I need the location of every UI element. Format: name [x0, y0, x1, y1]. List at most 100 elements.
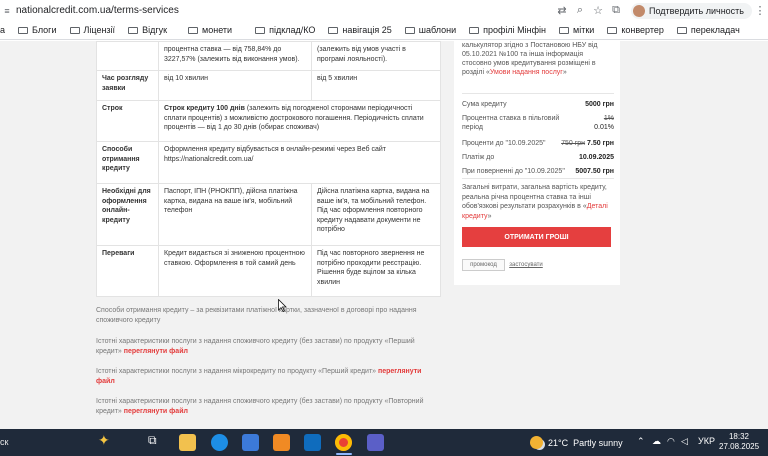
page-content: процентна ставка — від 758,84% до 3227,5… [0, 41, 768, 429]
table-cell: Під час повторного звернення не потрібно… [311, 245, 441, 297]
url-text[interactable]: nationalcredit.com.ua/terms-services [16, 5, 179, 16]
translate-icon[interactable]: ⇄ [553, 4, 571, 17]
info-paragraph: Істотні характеристики послуги з надання… [96, 368, 422, 385]
folder-icon [128, 26, 139, 34]
folder-icon [188, 26, 199, 34]
row-label: Час розгляду заявки [96, 70, 159, 101]
taskbar: ск ✦ ⧉ 21°C Partly sunny ⌃ ☁ ◠ ◁ УКР 18:… [0, 429, 768, 456]
outlook-icon[interactable] [304, 434, 321, 451]
wifi-icon[interactable]: ◠ [667, 436, 675, 447]
partly-sunny-icon [530, 436, 543, 449]
table-cell: Дійсна платіжна картка, видана на ваше і… [311, 183, 441, 246]
site-info-icon[interactable]: ≡ [0, 6, 14, 16]
app-icon[interactable] [273, 434, 290, 451]
info-paragraph: Способи отримання кредиту – за реквізита… [96, 307, 417, 324]
zoom-icon[interactable]: ⌕ [571, 4, 589, 17]
chrome-icon[interactable] [335, 434, 352, 451]
folder-icon [328, 26, 339, 34]
row-label: Переваги [96, 245, 159, 297]
weather-widget[interactable]: 21°C Partly sunny [530, 436, 623, 449]
bookmark-item[interactable]: підклад/КО [255, 25, 315, 35]
table-cell: Оформлення кредиту відбувається в онлайн… [158, 141, 441, 184]
active-app-indicator [336, 453, 352, 455]
divider [462, 178, 614, 179]
clock[interactable]: 18:32 27.08.2025 [719, 432, 759, 452]
table-cell: від 5 хвилин [311, 70, 441, 101]
copilot-sparkle-icon[interactable]: ✦ [98, 432, 115, 449]
folder-icon [469, 26, 480, 34]
summary-row-total: При поверненні до "10.09.2025" 5007.50 гр… [462, 168, 614, 175]
address-bar: ≡ nationalcredit.com.ua/terms-services ⇄… [0, 0, 768, 21]
bookmark-item[interactable]: Відгук [128, 25, 167, 35]
get-money-button[interactable]: ОТРИМАТИ ГРОШІ [462, 227, 611, 247]
table-row: процентна ставка — від 758,84% до 3227,5… [96, 41, 441, 71]
promo-code-input[interactable]: промокод [462, 259, 505, 271]
clock-time: 18:32 [728, 432, 750, 441]
row-label: Способи отримання кредиту [96, 141, 159, 184]
bookmark-item[interactable]: монети [188, 25, 232, 35]
bookmark-item[interactable]: конвертер [607, 25, 664, 35]
loan-calculator-panel: калькулятор згідно з Постановою НБУ від … [454, 41, 620, 285]
bookmark-item[interactable]: мітки [559, 25, 594, 35]
view-file-link[interactable]: переглянути файл [124, 408, 188, 415]
folder-icon [676, 26, 687, 34]
table-cell: (залежить від умов участі в програмі лоя… [311, 41, 441, 71]
table-cell: процентна ставка — від 758,84% до 3227,5… [158, 41, 312, 71]
folder-icon [69, 26, 80, 34]
folder-icon [559, 26, 570, 34]
weather-text: Partly sunny [573, 437, 623, 448]
avatar [633, 4, 646, 17]
conditions-table: процентна ставка — від 758,84% до 3227,5… [96, 41, 441, 297]
taskbar-search[interactable]: ск [0, 437, 8, 447]
row-label: Строк [96, 100, 159, 142]
weather-temp: 21°C [548, 437, 569, 448]
bookmark-item[interactable]: Блоги [18, 25, 57, 35]
bookmark-star-icon[interactable]: ☆ [589, 4, 607, 17]
profile-button[interactable]: Подтвердить личность [631, 2, 752, 19]
bookmark-item[interactable]: Ліцензії [69, 25, 115, 35]
bookmark-item[interactable]: перекладач [676, 25, 740, 35]
teams-icon[interactable] [367, 434, 384, 451]
bookmark-item[interactable]: шаблони [404, 25, 456, 35]
task-view-icon[interactable]: ⧉ [148, 433, 165, 450]
bookmark-item[interactable]: профілі Мінфін [469, 25, 546, 35]
calculator-intro: калькулятор згідно з Постановою НБУ від … [462, 42, 598, 76]
store-icon[interactable] [242, 434, 259, 451]
bookmarks-bar: a Блоги Ліцензії Відгук монети підклад/К… [0, 21, 768, 40]
edge-icon[interactable] [211, 434, 228, 451]
view-file-link[interactable]: переглянути файл [124, 348, 188, 355]
clock-date: 27.08.2025 [719, 442, 760, 451]
summary-row-interest: Проценти до "10.09.2025" 750 грн 7.50 грн [462, 140, 614, 147]
folder-icon [255, 26, 266, 34]
summary-row-rate: Процентна ставка в пільговий період 1% 0.… [462, 115, 614, 131]
bookmark-item[interactable]: навігація 25 [328, 25, 392, 35]
table-cell: Паспорт, ІПН (РНОКПП), дійсна платіжна к… [158, 183, 312, 246]
info-paragraph: Істотні характеристики послуги з надання… [96, 398, 424, 415]
language-indicator[interactable]: УКР [698, 436, 715, 446]
cloud-icon[interactable]: ☁ [652, 436, 661, 447]
table-row: Строк Строк кредиту 100 днів (залежить в… [96, 100, 441, 142]
volume-icon[interactable]: ◁ [681, 436, 688, 447]
table-row: Необхідні для оформлення онлайн-кредиту … [96, 183, 441, 246]
table-cell: Строк кредиту 100 днів (залежить від пог… [158, 100, 441, 142]
file-explorer-icon[interactable] [179, 434, 196, 451]
bookmark-item[interactable]: a [0, 25, 5, 35]
apply-promo-link[interactable]: застосувати [509, 259, 543, 271]
terms-link[interactable]: Умови надання послуг [490, 69, 563, 76]
table-cell [96, 41, 159, 71]
calculator-note: Загальні витрати, загальна вартість кред… [462, 184, 608, 220]
summary-row-payment-date: Платіж до 10.09.2025 [462, 154, 614, 161]
folder-icon [404, 26, 415, 34]
table-row: Способи отримання кредиту Оформлення кре… [96, 141, 441, 184]
table-row: Переваги Кредит видається зі зниженою пр… [96, 245, 441, 297]
table-cell: Кредит видається зі зниженою процентною … [158, 245, 312, 297]
extensions-icon[interactable]: ⧉ [607, 4, 625, 17]
summary-row-amount: Сума кредиту 5000 грн [462, 101, 614, 108]
tray-chevron-icon[interactable]: ⌃ [637, 436, 645, 447]
table-cell: від 10 хвилин [158, 70, 312, 101]
divider [462, 93, 614, 94]
profile-label: Подтвердить личность [649, 5, 744, 16]
info-paragraph: Істотні характеристики послуги з надання… [96, 338, 415, 355]
menu-icon[interactable]: ⋮ [752, 4, 768, 17]
table-row: Час розгляду заявки від 10 хвилин від 5 … [96, 70, 441, 101]
